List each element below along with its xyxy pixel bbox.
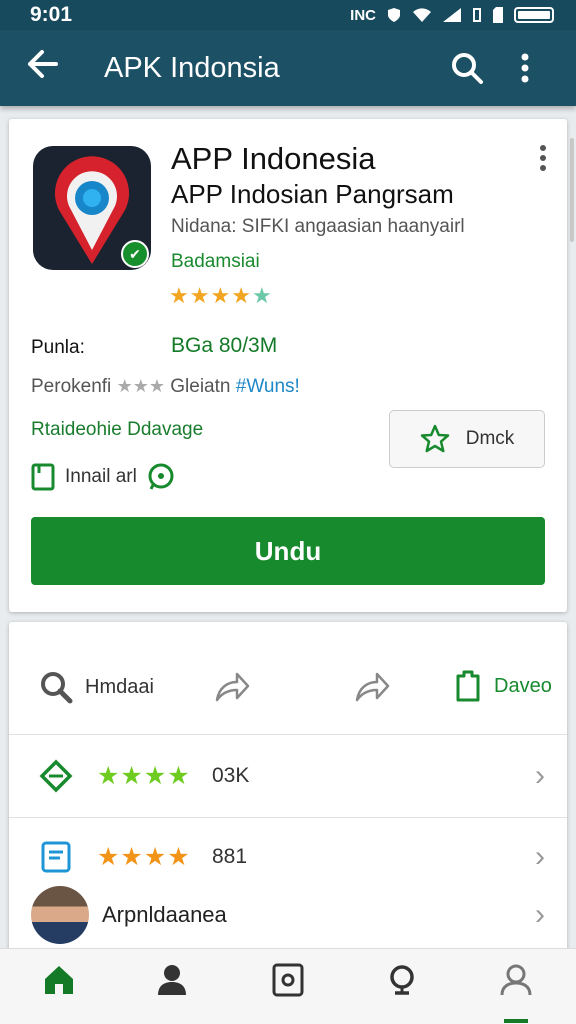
app-subtitle: APP Indosian Pangrsam — [171, 179, 454, 209]
share-arrow-icon — [215, 672, 250, 702]
nav-home[interactable] — [29, 963, 89, 1009]
battery-icon — [514, 7, 554, 23]
data-icon — [473, 8, 481, 22]
app-icon: ✔ — [33, 146, 151, 270]
favorite-button[interactable]: Dmck — [389, 410, 545, 468]
save-action[interactable]: Daveo — [454, 670, 552, 702]
shield-icon — [388, 8, 400, 22]
home-icon — [45, 966, 73, 994]
save-action-label: Daveo — [494, 674, 552, 697]
star-outline-icon — [420, 424, 449, 453]
list-item[interactable]: Arpnldaanea › — [9, 875, 567, 955]
person-icon — [158, 965, 186, 995]
permission-row: Perokenfi ★★★ Gleiatn #Wuns! — [31, 376, 300, 398]
sim-icon — [493, 7, 503, 23]
star-icon: ★ — [169, 283, 190, 308]
list-item-stars: ★★★★ — [97, 843, 191, 871]
app-bar-title: APK Indonsia — [104, 51, 280, 84]
star-icon: ★ — [210, 283, 232, 308]
list-item-stars: ★★★★ — [97, 762, 191, 790]
status-bar: 9:01 INC — [0, 0, 576, 30]
forward-button[interactable] — [353, 670, 391, 704]
nav-account[interactable] — [486, 963, 546, 1023]
tablet-icon — [272, 963, 304, 997]
nav-profile[interactable] — [142, 963, 202, 1009]
network-text: INC — [350, 6, 376, 24]
chevron-right-icon: › — [535, 759, 545, 792]
search-action[interactable]: Hmdaai — [39, 670, 154, 704]
details-list-card: Hmdaai Daveo ★★★★ 03K › ★★★★ 881 › Arpnl… — [9, 622, 567, 962]
app-detail-card: ✔ APP Indonesia APP Indosian Pangrsam Ni… — [9, 119, 567, 612]
star-icon: ★ — [231, 283, 252, 308]
price-label: Punla: — [31, 337, 85, 358]
feature-link[interactable]: Rtaideohie Ddavage — [31, 419, 203, 441]
nav-location[interactable] — [372, 963, 432, 1009]
star-icon: ★ — [251, 283, 273, 308]
diamond-icon — [39, 759, 73, 793]
app-developer: Nidana: SIFKI angaasian haanyairl — [171, 216, 465, 237]
back-arrow-icon[interactable] — [26, 49, 86, 87]
app-name: APP Indonesia — [171, 141, 376, 176]
list-item-title: Arpnldaanea — [102, 902, 227, 927]
install-icon — [31, 463, 55, 491]
whatsapp-icon[interactable] — [147, 463, 175, 491]
nav-library[interactable] — [258, 963, 318, 1009]
chevron-right-icon: › — [535, 898, 545, 931]
status-icons: INC — [350, 7, 554, 24]
status-time: 9:01 — [30, 3, 73, 26]
search-icon — [41, 672, 73, 704]
app-rating: ★★★★★ — [169, 283, 273, 309]
install-text: Innail arl — [65, 466, 137, 487]
signal-icon — [443, 8, 461, 22]
bottom-navigation — [0, 948, 576, 1024]
list-item-count: 881 — [212, 845, 248, 868]
document-icon — [39, 840, 73, 874]
search-action-label: Hmdaai — [85, 675, 154, 698]
permission-extra: Gleiatn — [170, 376, 231, 397]
scrollbar[interactable] — [570, 138, 574, 242]
verified-check-icon: ✔ — [121, 240, 149, 268]
list-item[interactable]: ★★★★ 03K › — [9, 736, 567, 816]
share-arrow-icon — [355, 672, 390, 702]
price-value: BGa 80/3M — [171, 334, 278, 357]
list-item-count: 03K — [212, 764, 250, 787]
star-icon: ★ — [189, 283, 211, 308]
gray-stars-icon: ★★★ — [116, 376, 165, 396]
account-icon — [500, 964, 532, 996]
permission-link[interactable]: #Wuns! — [236, 376, 300, 397]
card-overflow-menu-icon[interactable] — [539, 145, 547, 176]
download-button[interactable]: Undu — [31, 517, 545, 585]
location-icon — [390, 965, 414, 995]
overflow-menu-icon[interactable] — [496, 53, 554, 83]
search-icon[interactable] — [438, 51, 496, 85]
app-category[interactable]: Badamsiai — [171, 251, 260, 273]
share-button[interactable] — [213, 670, 251, 704]
permission-label: Perokenfi — [31, 376, 112, 397]
favorite-button-label: Dmck — [465, 428, 515, 449]
chevron-right-icon: › — [535, 840, 545, 873]
avatar — [31, 886, 89, 944]
wifi-icon — [413, 8, 431, 22]
install-row: Innail arl — [31, 463, 175, 491]
app-bar: APK Indonsia — [0, 30, 576, 106]
divider — [9, 734, 567, 735]
bookmark-icon — [456, 670, 480, 702]
